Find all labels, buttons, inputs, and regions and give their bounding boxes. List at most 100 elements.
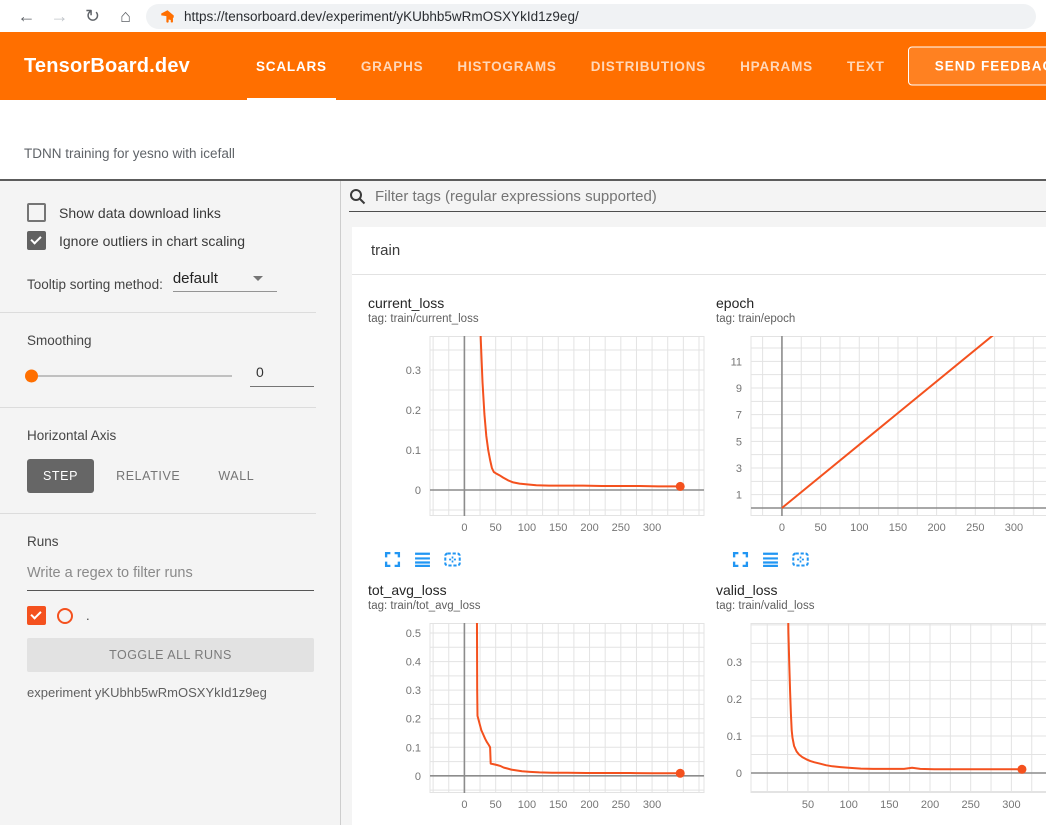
divider (0, 407, 316, 408)
svg-text:0: 0 (736, 768, 742, 780)
svg-text:9: 9 (736, 383, 742, 395)
tab-hparams[interactable]: HPARAMS (740, 32, 813, 100)
svg-text:250: 250 (612, 799, 630, 811)
svg-text:250: 250 (612, 522, 630, 534)
chart-current_loss: current_losstag: train/current_loss05010… (368, 285, 716, 572)
ignore-outliers-checkbox[interactable]: Ignore outliers in chart scaling (27, 231, 314, 250)
svg-text:100: 100 (518, 522, 536, 534)
tab-scalars[interactable]: SCALARS (256, 32, 327, 100)
series-line (479, 336, 680, 486)
svg-text:200: 200 (927, 522, 945, 534)
svg-text:0.1: 0.1 (727, 731, 742, 743)
fullscreen-icon[interactable] (732, 551, 749, 568)
settings-sidebar: Show data download links Ignore outliers… (0, 181, 341, 825)
browser-back-icon[interactable]: ← (10, 0, 43, 32)
log-scale-icon[interactable] (414, 551, 431, 568)
svg-text:0: 0 (415, 485, 421, 497)
browser-home-icon[interactable]: ⌂ (109, 0, 142, 32)
svg-text:100: 100 (839, 799, 857, 811)
run-item[interactable]: . (27, 606, 314, 625)
section-train-header[interactable]: train (352, 227, 1046, 275)
chart-valid_loss: valid_losstag: train/valid_loss501001502… (716, 572, 1046, 825)
svg-text:150: 150 (880, 799, 898, 811)
svg-text:100: 100 (850, 522, 868, 534)
fit-domain-icon[interactable] (444, 551, 461, 568)
browser-reload-icon[interactable]: ↻ (76, 0, 109, 32)
relative-button[interactable]: RELATIVE (100, 459, 196, 493)
svg-text:0.3: 0.3 (727, 657, 742, 669)
tab-text[interactable]: TEXT (847, 32, 885, 100)
svg-text:150: 150 (889, 522, 907, 534)
svg-text:200: 200 (580, 799, 598, 811)
chart-tot_avg_loss: tot_avg_losstag: train/tot_avg_loss05010… (368, 572, 716, 825)
log-scale-icon[interactable] (762, 551, 779, 568)
chevron-down-icon (253, 276, 263, 281)
fullscreen-icon[interactable] (384, 551, 401, 568)
search-icon (349, 188, 366, 205)
svg-text:0: 0 (461, 799, 467, 811)
title-band: TDNN training for yesno with icefall (0, 100, 1046, 179)
tab-graphs[interactable]: GRAPHS (361, 32, 424, 100)
fit-domain-icon[interactable] (792, 551, 809, 568)
run-checkbox[interactable] (27, 606, 46, 625)
browser-forward-icon[interactable]: → (43, 0, 76, 32)
chart-title: epoch (716, 294, 1046, 312)
divider (0, 312, 316, 313)
runs-filter-input[interactable]: Write a regex to filter runs (27, 565, 314, 591)
step-button[interactable]: STEP (27, 459, 94, 493)
svg-text:0.2: 0.2 (727, 694, 742, 706)
run-name: . (86, 608, 90, 623)
svg-text:300: 300 (1002, 799, 1020, 811)
chart-plot[interactable]: 5010015020025030000.10.20.3 (716, 623, 1046, 819)
svg-text:100: 100 (518, 799, 536, 811)
tooltip-sorting-select[interactable]: default (173, 270, 277, 292)
smoothing-slider[interactable] (27, 375, 232, 377)
app-header: TensorBoard.dev SCALARSGRAPHSHISTOGRAMSD… (0, 32, 1046, 100)
horizontal-axis-buttons: STEP RELATIVE WALL (27, 459, 314, 493)
svg-text:0.2: 0.2 (406, 714, 421, 726)
tab-distributions[interactable]: DISTRIBUTIONS (591, 32, 706, 100)
checkbox-label: Ignore outliers in chart scaling (59, 233, 245, 249)
svg-text:250: 250 (966, 522, 984, 534)
chart-plot[interactable]: 05010015020025030000.10.20.3 (368, 336, 708, 542)
svg-text:0.2: 0.2 (406, 405, 421, 417)
experiment-caption: experiment yKUbhb5wRmOSXYkId1z9eg (27, 685, 314, 700)
toggle-all-runs-button[interactable]: TOGGLE ALL RUNS (27, 638, 314, 672)
svg-text:0: 0 (779, 522, 785, 534)
smoothing-label: Smoothing (27, 333, 314, 348)
svg-text:11: 11 (731, 356, 742, 368)
svg-text:250: 250 (962, 799, 980, 811)
smoothing-value-input[interactable]: 0 (250, 364, 314, 387)
series-line (788, 623, 1022, 769)
page: ← → ↻ ⌂ https://tensorboard.dev/experime… (0, 0, 1046, 825)
svg-text:150: 150 (549, 522, 567, 534)
svg-text:300: 300 (643, 799, 661, 811)
wall-button[interactable]: WALL (202, 459, 270, 493)
run-color-swatch (57, 608, 73, 624)
send-feedback-button[interactable]: SEND FEEDBACK (908, 47, 1046, 86)
horizontal-axis-label: Horizontal Axis (27, 428, 314, 443)
checkbox-unchecked-icon[interactable] (27, 203, 46, 222)
tab-histograms[interactable]: HISTOGRAMS (457, 32, 556, 100)
svg-text:0: 0 (461, 522, 467, 534)
chart-title: valid_loss (716, 581, 1046, 599)
svg-text:300: 300 (643, 522, 661, 534)
address-bar[interactable]: https://tensorboard.dev/experiment/yKUbh… (146, 4, 1036, 29)
slider-thumb[interactable] (25, 369, 38, 382)
series-line (477, 623, 680, 773)
browser-toolbar: ← → ↻ ⌂ https://tensorboard.dev/experime… (0, 0, 1046, 32)
svg-text:1: 1 (736, 490, 742, 502)
tooltip-sorting-value: default (173, 270, 218, 287)
chart-plot[interactable]: 05010015020025030000.10.20.30.40.5 (368, 623, 708, 819)
tooltip-sorting-row: Tooltip sorting method: default (27, 270, 314, 292)
svg-text:0.1: 0.1 (406, 742, 421, 754)
svg-text:0.5: 0.5 (406, 628, 421, 640)
svg-text:7: 7 (736, 410, 742, 422)
series-end-dot (1017, 765, 1026, 774)
show-download-links-checkbox[interactable]: Show data download links (27, 203, 314, 222)
chart-plot[interactable]: 0501001502002503001357911 (716, 336, 1046, 542)
checkbox-label: Show data download links (59, 205, 221, 221)
checkbox-checked-icon[interactable] (27, 231, 46, 250)
chart-tag: tag: train/valid_loss (716, 599, 1046, 614)
filter-tags-input[interactable]: Filter tags (regular expressions support… (375, 188, 657, 205)
